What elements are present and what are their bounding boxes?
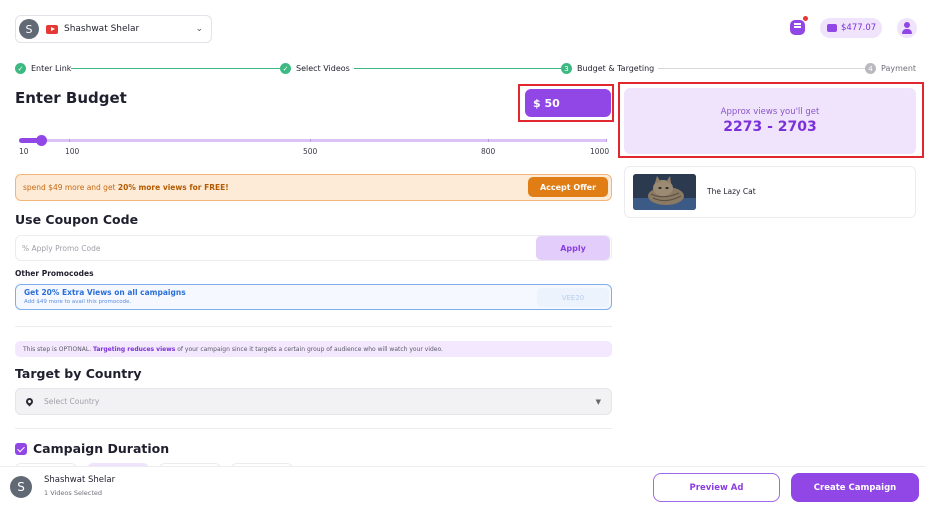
slider-tick-label: 500 <box>303 147 318 156</box>
step-number: 4 <box>865 63 876 74</box>
budget-slider-track[interactable] <box>19 139 607 142</box>
check-icon: ✓ <box>15 63 26 74</box>
step-label: Payment <box>881 64 917 73</box>
wallet-icon <box>827 24 837 32</box>
step-number: 3 <box>561 63 572 74</box>
divider <box>15 428 612 429</box>
balance-amount: $477.07 <box>841 23 877 33</box>
video-title: The Lazy Cat <box>707 187 756 196</box>
target-country-heading: Target by Country <box>15 366 142 381</box>
campaign-duration-heading: Campaign Duration <box>33 441 170 456</box>
step-label: Budget & Targeting <box>577 64 655 73</box>
budget-slider-thumb[interactable] <box>36 135 47 146</box>
promo-code-button[interactable]: VEE20 <box>537 288 609 307</box>
promo-subtitle: Add $49 more to avail this promocode. <box>24 299 132 305</box>
step-connector <box>655 68 865 69</box>
divider <box>15 326 612 327</box>
slider-tick-label: 100 <box>65 147 80 156</box>
step-payment[interactable]: 4 Payment <box>865 63 917 74</box>
preview-ad-button[interactable]: Preview Ad <box>653 473 780 502</box>
campaign-duration-checkbox[interactable] <box>15 443 27 455</box>
apply-button[interactable]: Apply <box>536 236 610 260</box>
chat-icon[interactable] <box>790 20 805 35</box>
avatar: S <box>10 476 32 498</box>
caret-down-icon: ▼ <box>595 397 601 406</box>
videos-selected-count: 1 Videos Selected <box>44 489 103 497</box>
targeting-note: This step is OPTIONAL. Targeting reduces… <box>15 341 612 357</box>
promo-code-input[interactable] <box>15 235 612 261</box>
slider-tick-label: 1000 <box>590 147 610 156</box>
channel-name: Shashwat Shelar <box>64 24 140 34</box>
tick-mark <box>606 139 607 142</box>
video-thumbnail <box>633 174 696 210</box>
approx-views-card: Approx views you'll get 2273 - 2703 <box>624 88 916 154</box>
user-profile-icon[interactable] <box>897 18 917 38</box>
chevron-down-icon: ⌄ <box>195 24 203 34</box>
slider-tick-label: 800 <box>481 147 496 156</box>
create-campaign-button[interactable]: Create Campaign <box>791 473 919 502</box>
budget-heading: Enter Budget <box>15 89 127 107</box>
offer-text: spend $49 more and get 20% more views fo… <box>23 183 229 192</box>
views-label: Approx views you'll get <box>720 107 820 117</box>
views-range: 2273 - 2703 <box>723 119 817 135</box>
location-pin-icon <box>24 396 35 407</box>
check-icon: ✓ <box>280 63 291 74</box>
step-select-videos[interactable]: ✓ Select Videos <box>280 63 354 74</box>
country-placeholder: Select Country <box>44 397 100 406</box>
tick-mark <box>488 139 489 142</box>
promo-title: Get 20% Extra Views on all campaigns <box>24 288 186 297</box>
channel-avatar: S <box>19 19 39 39</box>
step-label: Enter Link <box>31 64 72 73</box>
wallet-balance[interactable]: $477.07 <box>820 18 882 38</box>
slider-tick-label: 10 <box>19 147 29 156</box>
country-select[interactable]: Select Country ▼ <box>15 388 612 415</box>
step-connector <box>345 68 563 69</box>
footer-bar <box>0 466 925 510</box>
accept-offer-button[interactable]: Accept Offer <box>528 177 608 197</box>
step-connector <box>70 68 290 69</box>
youtube-icon <box>46 24 58 34</box>
tick-mark <box>310 139 311 142</box>
footer-channel-name: Shashwat Shelar <box>44 475 116 485</box>
tick-mark <box>69 139 70 142</box>
step-label: Select Videos <box>296 64 350 73</box>
budget-input[interactable]: $ 50 <box>525 89 611 117</box>
coupon-heading: Use Coupon Code <box>15 212 139 227</box>
other-promocodes-label: Other Promocodes <box>15 269 94 278</box>
channel-selector[interactable]: S Shashwat Shelar ⌄ <box>15 15 212 43</box>
step-enter-link[interactable]: ✓ Enter Link <box>15 63 72 74</box>
step-budget-targeting[interactable]: 3 Budget & Targeting <box>561 63 659 74</box>
offer-banner: spend $49 more and get 20% more views fo… <box>15 174 612 201</box>
notification-dot <box>803 16 808 21</box>
